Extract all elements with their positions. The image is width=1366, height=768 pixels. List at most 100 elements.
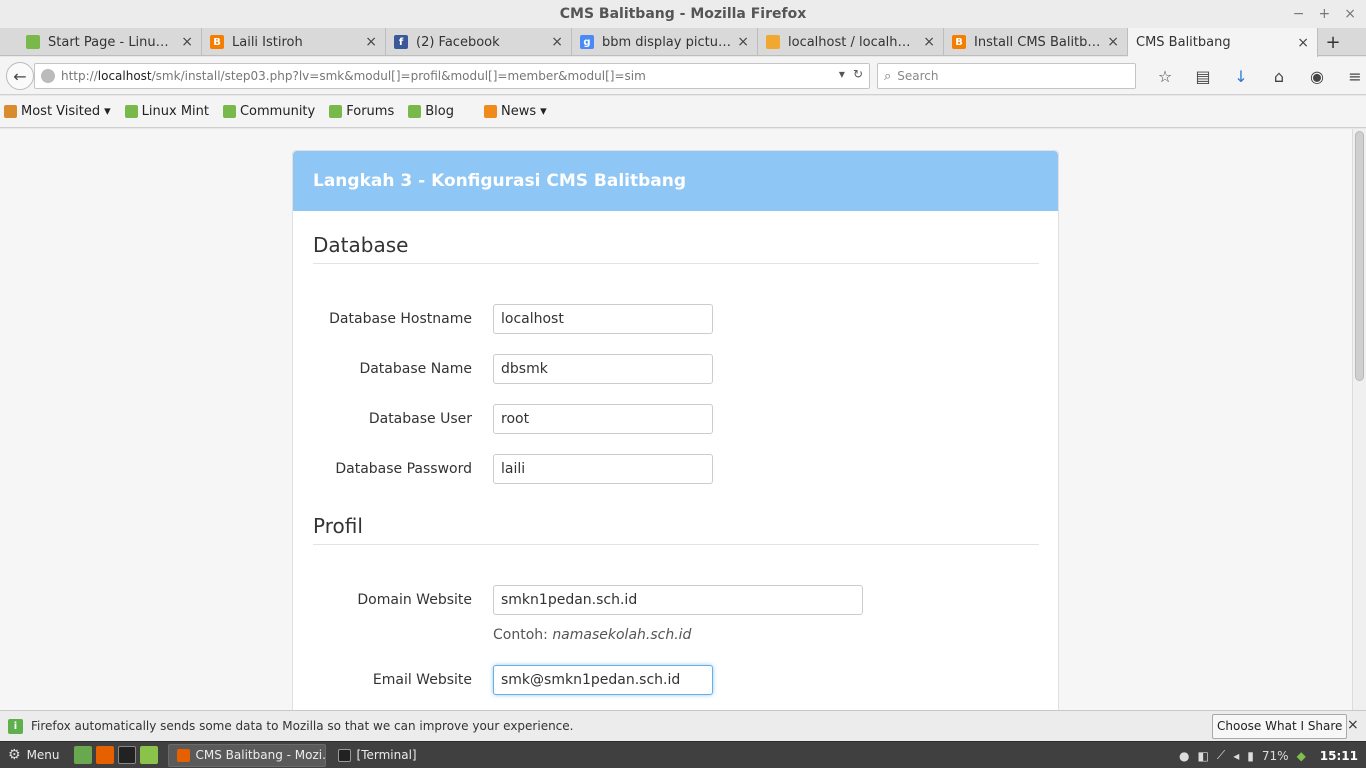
network-icon[interactable]: ⟋ (1217, 748, 1225, 763)
tab-cms-balitbang[interactable]: CMS Balitbang × (1128, 28, 1318, 57)
email-website-input[interactable] (493, 665, 713, 695)
firefox-icon[interactable] (95, 746, 114, 764)
url-prefix: http:// (61, 69, 98, 83)
hint-prefix: Contoh: (493, 627, 553, 643)
hamburger-menu-icon[interactable]: ≡ (1336, 63, 1366, 89)
clipboard-icon[interactable]: ◧ (1198, 749, 1209, 763)
tab-close-icon[interactable]: × (737, 34, 749, 50)
bookmarks-toolbar: Most Visited ▾ Linux Mint Community Foru… (0, 96, 1366, 128)
url-bar[interactable]: http://localhost/smk/install/step03.php?… (34, 63, 870, 89)
menu-label: Menu (26, 748, 60, 762)
home-icon[interactable]: ⌂ (1260, 63, 1298, 89)
search-icon: ⌕ (884, 68, 892, 84)
new-tab-button[interactable]: + (1322, 28, 1344, 56)
window-controls: − + × (1293, 0, 1356, 28)
bookmark-label: News (500, 104, 537, 119)
tab-label: (2) Facebook (416, 34, 500, 50)
download-icon[interactable]: ↓ (1222, 63, 1260, 89)
shield-icon[interactable]: ◆ (1297, 749, 1306, 763)
volume-icon[interactable]: ◂ (1233, 749, 1239, 763)
section-title-database: Database (313, 233, 409, 257)
task-terminal[interactable]: [Terminal] (330, 744, 430, 767)
phpmyadmin-icon (766, 35, 780, 49)
linux-mint-icon (124, 105, 138, 118)
tab-close-icon[interactable]: × (1107, 34, 1119, 50)
tab-close-icon[interactable]: × (551, 34, 563, 50)
task-label: [Terminal] (356, 748, 417, 762)
tab-install-cms[interactable]: B Install CMS Balitban... × (944, 28, 1128, 56)
chat-icon[interactable]: ◉ (1298, 63, 1336, 89)
task-firefox[interactable]: CMS Balitbang - Mozi... (167, 743, 326, 767)
page-content: Langkah 3 - Konfigurasi CMS Balitbang Da… (0, 129, 1352, 710)
tab-label: bbm display picture l... (602, 34, 731, 50)
scrollbar-thumb[interactable] (1355, 131, 1364, 381)
db-user-input[interactable] (493, 404, 713, 434)
globe-icon (41, 69, 55, 83)
db-password-input[interactable] (493, 454, 713, 484)
close-icon[interactable]: × (1347, 717, 1359, 733)
db-name-input[interactable] (493, 354, 713, 384)
gear-icon: ⚙ (8, 747, 21, 763)
tab-close-icon[interactable]: × (365, 34, 377, 50)
terminal-icon (337, 748, 351, 762)
bookmark-linux-mint[interactable]: Linux Mint (124, 104, 209, 119)
task-label: CMS Balitbang - Mozi... (195, 748, 326, 762)
bookmark-label: Blog (425, 104, 454, 119)
bookmark-community[interactable]: Community (222, 104, 315, 119)
tab-strip: Start Page - Linux Mint × B Laili Istiro… (0, 28, 1366, 57)
tab-facebook[interactable]: f (2) Facebook × (386, 28, 572, 56)
battery-level: 71% (1261, 748, 1289, 763)
tab-phpmyadmin[interactable]: localhost / localhost ... × (758, 28, 944, 56)
search-placeholder: Search (897, 69, 939, 83)
window-title: CMS Balitbang - Mozilla Firefox (559, 6, 807, 22)
bookmark-forums[interactable]: Forums (329, 104, 394, 119)
tab-label: Laili Istiroh (232, 34, 303, 50)
tab-close-icon[interactable]: × (923, 34, 935, 50)
choose-what-i-share-button[interactable]: Choose What I Share (1212, 714, 1348, 739)
minimize-icon[interactable]: − (1293, 0, 1305, 28)
search-input[interactable]: ⌕ Search (877, 63, 1136, 89)
label-domain-website: Domain Website (357, 592, 472, 608)
user-icon[interactable]: ● (1179, 749, 1189, 763)
terminal-icon[interactable] (117, 746, 136, 764)
google-icon: g (580, 35, 594, 49)
url-path: /smk/install/step03.php?lv=smk&modul[]=p… (151, 69, 646, 83)
reader-list-icon[interactable]: ▤ (1184, 63, 1222, 89)
files-folder-icon[interactable] (139, 746, 158, 764)
label-db-name: Database Name (359, 361, 472, 377)
bookmark-news[interactable]: News ▾ (483, 104, 547, 119)
start-menu-button[interactable]: ⚙ Menu (0, 742, 68, 768)
tab-bbm-display[interactable]: g bbm display picture l... × (572, 28, 758, 56)
label-email-website: Email Website (372, 672, 472, 688)
reload-icon[interactable]: ↻ (853, 67, 863, 81)
firefox-icon (176, 748, 190, 762)
facebook-icon: f (394, 35, 408, 49)
bookmark-blog[interactable]: Blog (408, 104, 454, 119)
clock[interactable]: 15:11 (1320, 749, 1358, 763)
page-scrollbar[interactable] (1352, 129, 1366, 710)
battery-icon[interactable]: ▮ (1247, 749, 1254, 763)
tab-laili-istiroh[interactable]: B Laili Istiroh × (202, 28, 386, 56)
db-hostname-input[interactable] (493, 304, 713, 334)
tab-close-icon[interactable]: × (181, 34, 193, 50)
domain-website-input[interactable] (493, 585, 863, 615)
linux-mint-icon (408, 105, 422, 118)
bookmark-label: Most Visited (21, 104, 101, 119)
url-history-dropdown-icon[interactable]: ▾ (839, 67, 845, 81)
section-divider (313, 263, 1039, 264)
back-button[interactable]: ← (6, 62, 34, 90)
window-titlebar: CMS Balitbang - Mozilla Firefox − + × (0, 0, 1366, 28)
tab-close-icon[interactable]: × (1297, 35, 1309, 51)
url-host: localhost (97, 69, 152, 83)
bookmark-star-icon[interactable]: ☆ (1146, 63, 1184, 89)
maximize-icon[interactable]: + (1319, 0, 1331, 28)
close-window-icon[interactable]: × (1344, 0, 1356, 28)
rss-icon (483, 105, 497, 118)
desktop-taskbar: ⚙ Menu CMS Balitbang - Mozi... [Terminal… (0, 741, 1366, 768)
tab-start-page[interactable]: Start Page - Linux Mint × (18, 28, 202, 56)
install-panel: Langkah 3 - Konfigurasi CMS Balitbang Da… (292, 150, 1059, 710)
info-icon: i (8, 718, 23, 734)
bookmark-most-visited[interactable]: Most Visited ▾ (4, 104, 111, 119)
section-divider (313, 544, 1039, 545)
show-desktop-icon[interactable] (73, 746, 92, 764)
